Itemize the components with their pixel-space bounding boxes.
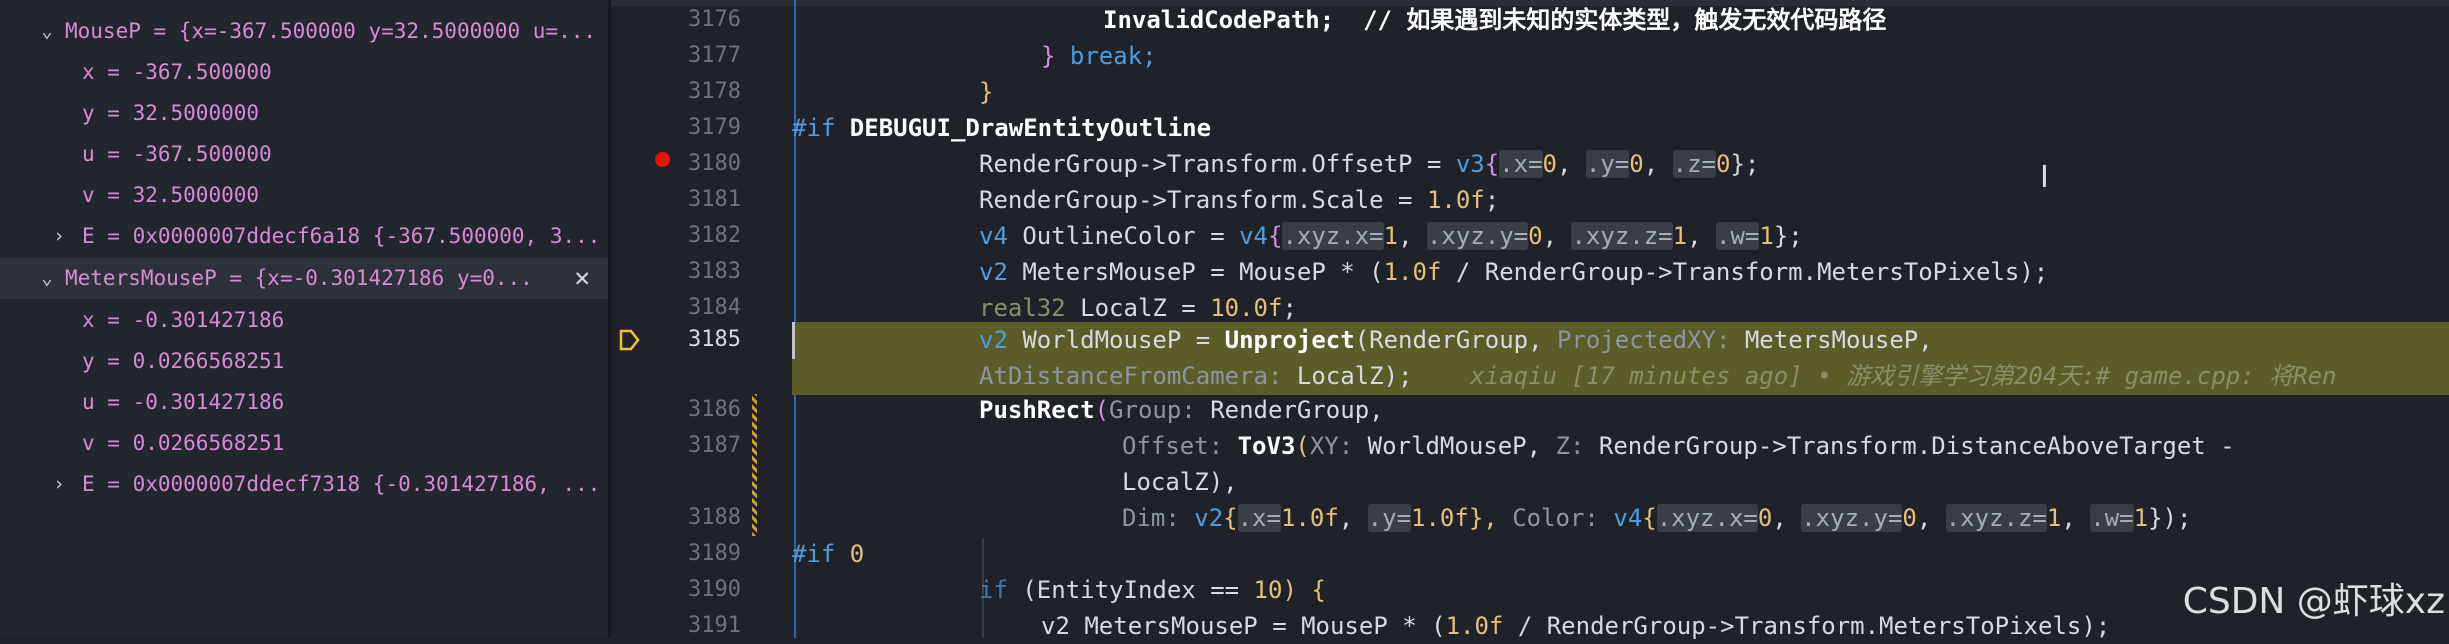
code-line[interactable]: PushRect(Group: RenderGroup, [979,392,1384,428]
code-line[interactable]: Offset: ToV3(XY: WorldMouseP, Z: RenderG… [1122,428,2235,464]
code-line[interactable]: RenderGroup->Transform.Scale = 1.0f; [979,182,1499,218]
variable-field-row[interactable]: u = -0.301427186 [0,382,608,423]
variable-field-row[interactable]: x = -367.500000 [0,52,608,93]
code-line[interactable]: if (EntityIndex == 10) { [979,572,1326,608]
code-line-wrapped[interactable]: LocalZ), [1122,464,1238,500]
variable-field-row-e[interactable]: › E = 0x0000007ddecf7318 {-0.301427186, … [0,464,608,505]
line-number: 3190 [688,577,741,602]
variable-name: MouseP [65,19,141,43]
field-value: -367.500000 [132,142,272,166]
line-number: 3178 [688,79,741,104]
watermark: CSDN @虾球xz [2182,581,2445,622]
line-number-current: 3185 [688,327,741,352]
line-number: 3183 [688,259,741,284]
git-blame-annotation: xiaqiu [17 minutes ago] • 游戏引擎学习第204天:# … [1412,362,2337,390]
chevron-right-icon[interactable]: › [48,216,70,257]
variable-field-row-e[interactable]: › E = 0x0000007ddecf6a18 {-367.500000, 3… [0,216,608,257]
line-number: 3188 [688,505,741,530]
variable-row-mousep[interactable]: ⌄ MouseP = {x=-367.500000 y=32.5000000 u… [0,11,608,52]
indent-guide [794,395,796,638]
line-number: 3177 [688,43,741,68]
line-number: 3187 [688,433,741,458]
code-line[interactable]: InvalidCodePath; // 如果遇到未知的实体类型，触发无效代码路径 [1103,2,1886,38]
field-value: 0x0000007ddecf7318 {-0.301427186, ... [132,472,601,496]
chevron-down-icon[interactable]: ⌄ [36,11,58,52]
code-line[interactable]: real32 LocalZ = 10.0f; [979,290,1297,326]
variable-name: MetersMouseP [65,266,217,290]
line-number: 3182 [688,223,741,248]
variable-summary: {x=-367.500000 y=32.5000000 u=... [178,19,597,43]
field-name: v [82,431,95,455]
field-value: 0.0266568251 [132,431,285,455]
code-line[interactable]: v2 MetersMouseP = MouseP * (1.0f / Rende… [1041,608,2110,644]
field-value: 0x0000007ddecf6a18 {-367.500000, 3... [132,224,601,248]
variable-field-row[interactable]: v = 32.5000000 [0,175,608,216]
line-number: 3181 [688,187,741,212]
code-line[interactable]: RenderGroup->Transform.OffsetP = v3{.x=0… [979,146,1759,182]
line-number: 3179 [688,115,741,140]
field-value: 0.0266568251 [132,349,285,373]
variable-field-row[interactable]: y = 0.0266568251 [0,341,608,382]
line-number: 3186 [688,397,741,422]
code-editor[interactable] [611,0,2449,638]
code-line[interactable]: v2 MetersMouseP = MouseP * (1.0f / Rende… [979,254,2048,290]
code-line[interactable]: v4 OutlineColor = v4{.xyz.x=1, .xyz.y=0,… [979,218,1803,254]
line-number: 3180 [688,151,741,176]
variable-field-row[interactable]: x = -0.301427186 [0,300,608,341]
code-line[interactable]: } break; [1041,38,1157,74]
field-name: x [82,60,95,84]
chevron-down-icon[interactable]: ⌄ [36,258,58,299]
variable-field-row[interactable]: u = -367.500000 [0,134,608,175]
field-name: y [82,349,95,373]
variable-field-row[interactable]: v = 0.0266568251 [0,423,608,464]
chevron-right-icon[interactable]: › [48,464,70,505]
indent-guide [794,0,796,322]
text-cursor [792,322,795,359]
field-value: -0.301427186 [132,308,285,332]
code-line[interactable]: } [979,74,993,110]
variable-summary: {x=-0.301427186 y=0... [254,266,533,290]
field-value: -367.500000 [132,60,272,84]
field-value: 32.5000000 [132,101,260,125]
code-line[interactable]: Dim: v2{.x=1.0f, .y=1.0f}, Color: v4{.xy… [1122,500,2191,536]
variable-row-metersmousep[interactable]: ⌄ MetersMouseP = {x=-0.301427186 y=0... … [0,258,608,299]
field-name: u [82,142,95,166]
field-name: v [82,183,95,207]
field-value: 32.5000000 [132,183,260,207]
variable-field-row[interactable]: y = 32.5000000 [0,93,608,134]
line-number: 3191 [688,613,741,638]
field-name: E [82,224,95,248]
field-name: E [82,472,95,496]
debug-variables-panel: ⌄ MouseP = {x=-367.500000 y=32.5000000 u… [0,0,608,638]
line-number: 3189 [688,541,741,566]
line-number: 3176 [688,7,741,32]
field-name: u [82,390,95,414]
git-change-marker[interactable] [752,394,757,536]
field-value: -0.301427186 [132,390,285,414]
field-name: x [82,308,95,332]
code-line[interactable]: #if 0 [792,536,864,572]
line-number: 3184 [688,295,741,320]
code-line-wrapped[interactable]: AtDistanceFromCamera: LocalZ); xiaqiu [1… [979,358,2449,394]
code-line[interactable]: #if DEBUGUI_DrawEntityOutline [792,110,1211,146]
field-name: y [82,101,95,125]
code-line-current[interactable]: v2 WorldMouseP = Unproject(RenderGroup, … [979,322,1933,358]
mouse-ibeam-cursor-icon: I [2040,160,2049,195]
close-icon[interactable]: ✕ [574,258,590,299]
